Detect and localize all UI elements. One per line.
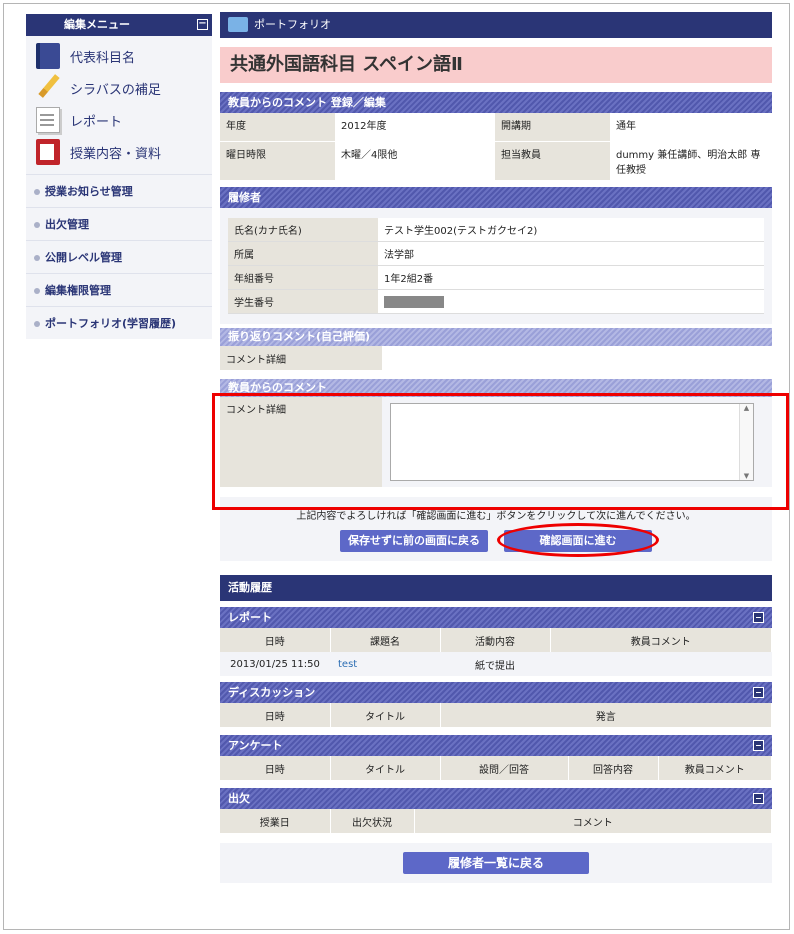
- redacted-student-id: [384, 295, 444, 308]
- collapse-icon[interactable]: [753, 612, 764, 623]
- course-info-table: 年度 2012年度 開講期 通年 曜日時限 木曜／4限他 担当教員 dummy …: [220, 113, 772, 181]
- sidebar-link-permissions[interactable]: 編集権限管理: [26, 273, 212, 306]
- folder-icon: [228, 17, 248, 32]
- sidebar-item-materials[interactable]: 授業内容・資料: [36, 136, 206, 168]
- sidebar-link-attendance[interactable]: 出欠管理: [26, 207, 212, 240]
- sidebar-title: 編集メニュー: [64, 18, 130, 31]
- document-icon: [36, 107, 60, 133]
- bottom-area: 履修者一覧に戻る: [220, 843, 772, 883]
- table-row: 2013/01/25 11:50 test 紙で提出: [220, 652, 772, 676]
- page-title: 共通外国語科目 スペイン語Ⅱ: [220, 47, 772, 83]
- attendance-table: 授業日 出欠状況 コメント: [220, 809, 772, 833]
- survey-table: 日時 タイトル 設問／回答 回答内容 教員コメント: [220, 756, 772, 780]
- collapse-icon[interactable]: [753, 740, 764, 751]
- student-info: 氏名(カナ氏名) テスト学生002(テストガクセイ2) 所属 法学部 年組番号 1年2…: [220, 207, 772, 324]
- sidebar-item-syllabus[interactable]: シラバスの補足: [36, 72, 206, 104]
- report-section-head: レポート: [220, 607, 772, 628]
- sidebar-header: 編集メニュー −: [26, 14, 212, 36]
- highlight-box: [212, 393, 789, 510]
- collapse-icon[interactable]: −: [197, 19, 208, 30]
- section-self-eval: 振り返りコメント(自己評価): [220, 328, 772, 346]
- report-table: 日時 課題名 活動内容 教員コメント 2013/01/25 11:50 test…: [220, 628, 772, 676]
- pencil-icon: [36, 75, 60, 101]
- sidebar-link-visibility[interactable]: 公開レベル管理: [26, 240, 212, 273]
- bullet-icon: [34, 288, 40, 294]
- report-link[interactable]: test: [338, 659, 357, 670]
- bullet-icon: [34, 189, 40, 195]
- discussion-section-head: ディスカッション: [220, 682, 772, 703]
- sidebar-link-portfolio[interactable]: ポートフォリオ(学習履歴): [26, 306, 212, 339]
- back-to-list-button[interactable]: 履修者一覧に戻る: [403, 852, 589, 874]
- discussion-table: 日時 タイトル 発言: [220, 703, 772, 727]
- sidebar-link-notices[interactable]: 授業お知らせ管理: [26, 174, 212, 207]
- attendance-section-head: 出欠: [220, 788, 772, 809]
- collapse-icon[interactable]: [753, 687, 764, 698]
- sidebar-item-report[interactable]: レポート: [36, 104, 206, 136]
- confirm-button[interactable]: 確認画面に進む: [497, 523, 659, 557]
- sidebar-icon-menu: 代表科目名 シラバスの補足 レポート 授業内容・資料: [26, 36, 212, 174]
- survey-section-head: アンケート: [220, 735, 772, 756]
- self-eval-table: コメント詳細: [220, 346, 772, 370]
- highlight-oval: [497, 523, 659, 557]
- book-icon: [36, 43, 60, 69]
- section-teacher-comment-edit: 教員からのコメント 登録／編集: [220, 92, 772, 113]
- folder-icon: [36, 139, 60, 165]
- history-title: 活動履歴: [220, 575, 772, 601]
- breadcrumb: ポートフォリオ: [220, 12, 772, 38]
- sidebar: 編集メニュー − 代表科目名 シラバスの補足 レポート 授業内容・資料 授業お知…: [26, 14, 212, 339]
- bullet-icon: [34, 222, 40, 228]
- back-without-save-button[interactable]: 保存せずに前の画面に戻る: [340, 530, 488, 552]
- section-student: 履修者: [220, 186, 772, 208]
- collapse-icon[interactable]: [753, 793, 764, 804]
- bullet-icon: [34, 255, 40, 261]
- bullet-icon: [34, 321, 40, 327]
- student-table: 氏名(カナ氏名) テスト学生002(テストガクセイ2) 所属 法学部 年組番号 1年2…: [228, 217, 764, 314]
- sidebar-item-course-name[interactable]: 代表科目名: [36, 40, 206, 72]
